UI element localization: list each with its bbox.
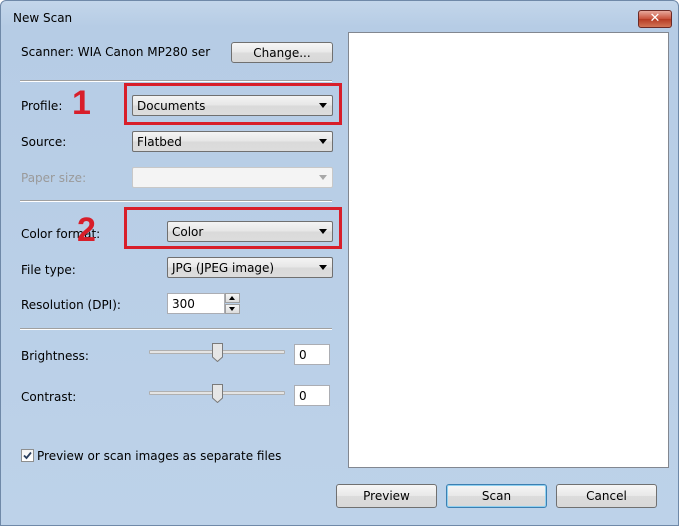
close-icon: ✕ [649, 11, 661, 26]
profile-dropdown[interactable]: Documents [132, 95, 333, 116]
scan-button[interactable]: Scan [446, 484, 547, 508]
resolution-value: 300 [172, 297, 195, 311]
separator-lower [20, 328, 332, 330]
title-bar[interactable]: New Scan ✕ [1, 1, 678, 33]
separate-files-checkbox[interactable] [21, 449, 34, 462]
source-dropdown[interactable]: Flatbed [132, 131, 333, 152]
separator-top [20, 80, 332, 82]
contrast-input[interactable]: 0 [294, 385, 330, 406]
scanner-label: Scanner: WIA Canon MP280 ser [21, 45, 211, 59]
scan-preview-area [348, 32, 669, 468]
change-scanner-button[interactable]: Change... [231, 42, 333, 63]
resolution-spinner[interactable] [225, 293, 240, 314]
resolution-input[interactable]: 300 [167, 293, 225, 314]
chevron-down-icon [319, 139, 327, 144]
separate-files-label[interactable]: Preview or scan images as separate files [37, 449, 281, 463]
checkmark-icon [23, 451, 32, 460]
resolution-label: Resolution (DPI): [21, 298, 121, 312]
window-title: New Scan [13, 11, 73, 25]
profile-value: Documents [137, 99, 206, 113]
chevron-down-icon [319, 175, 327, 180]
annotation-marker-2: 2 [77, 211, 96, 249]
paper-size-label: Paper size: [21, 171, 87, 185]
brightness-slider-thumb[interactable] [212, 343, 223, 362]
file-type-value: JPG (JPEG image) [172, 261, 275, 275]
brightness-label: Brightness: [21, 349, 89, 363]
annotation-box-color-format [124, 207, 342, 249]
file-type-label: File type: [21, 263, 76, 277]
annotation-marker-1: 1 [72, 84, 91, 122]
source-label: Source: [21, 135, 67, 149]
profile-label: Profile: [21, 99, 63, 113]
contrast-slider-thumb[interactable] [212, 384, 223, 403]
brightness-value: 0 [299, 348, 307, 362]
spin-up-icon[interactable] [225, 293, 240, 303]
close-button[interactable]: ✕ [638, 10, 672, 28]
contrast-label: Contrast: [21, 390, 77, 404]
cancel-button[interactable]: Cancel [556, 484, 657, 508]
contrast-value: 0 [299, 389, 307, 403]
separator-middle [20, 200, 332, 202]
file-type-dropdown[interactable]: JPG (JPEG image) [167, 257, 333, 278]
source-value: Flatbed [137, 135, 182, 149]
spin-down-icon[interactable] [225, 304, 240, 314]
preview-button[interactable]: Preview [336, 484, 437, 508]
paper-size-dropdown[interactable] [132, 167, 333, 188]
brightness-input[interactable]: 0 [294, 344, 330, 365]
chevron-down-icon [319, 265, 327, 270]
chevron-down-icon [319, 103, 327, 108]
